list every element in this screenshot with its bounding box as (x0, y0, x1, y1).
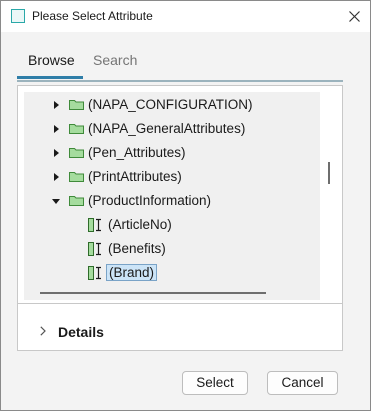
tree-item-label: (NAPA_CONFIGURATION) (88, 97, 253, 112)
expand-arrow-icon[interactable] (54, 173, 59, 181)
tree-item-label: (Pen_Attributes) (88, 145, 186, 160)
vertical-scrollbar[interactable] (320, 92, 338, 286)
select-button[interactable]: Select (182, 371, 248, 395)
horizontal-scroll-thumb[interactable] (40, 292, 266, 294)
tree-item-napa-generalattributes[interactable]: (NAPA_GeneralAttributes) (24, 118, 320, 140)
attribute-icon (88, 218, 101, 232)
attribute-icon (88, 242, 101, 256)
attribute-icon (88, 266, 101, 280)
attribute-tree: (NAPA_CONFIGURATION) (NAPA_GeneralAttrib… (24, 92, 320, 286)
tree-item-brand[interactable]: (Brand) (24, 262, 320, 284)
tree-item-printattributes[interactable]: (PrintAttributes) (24, 166, 320, 188)
tree-item-label: (ProductInformation) (88, 193, 212, 208)
horizontal-scrollbar[interactable] (24, 286, 320, 300)
tree-item-label: (ArticleNo) (108, 217, 172, 232)
close-button[interactable] (341, 4, 367, 28)
app-icon (11, 9, 25, 23)
details-label: Details (58, 324, 104, 340)
attribute-tree-panel: (NAPA_CONFIGURATION) (NAPA_GeneralAttrib… (17, 85, 343, 304)
title-bar: Please Select Attribute (1, 1, 370, 32)
tree-item-label: (PrintAttributes) (88, 169, 182, 184)
chevron-right-icon (40, 326, 46, 336)
expand-arrow-icon[interactable] (54, 125, 59, 133)
tree-item-productinformation[interactable]: (ProductInformation) (24, 190, 320, 212)
folder-open-icon (69, 196, 84, 206)
tree-item-label-selected: (Brand) (106, 264, 158, 281)
close-icon (349, 11, 360, 22)
tab-browse[interactable]: Browse (28, 52, 75, 68)
tab-search[interactable]: Search (93, 52, 137, 68)
tree-item-pen-attributes[interactable]: (Pen_Attributes) (24, 142, 320, 164)
expand-arrow-icon[interactable] (54, 149, 59, 157)
folder-icon (69, 124, 84, 134)
folder-icon (69, 100, 84, 110)
collapse-arrow-icon[interactable] (52, 199, 60, 204)
tree-item-label: (Benefits) (108, 241, 166, 256)
tab-bar: Browse Search (17, 45, 343, 82)
folder-icon (69, 172, 84, 182)
window-title: Please Select Attribute (32, 9, 153, 23)
tree-item-label: (NAPA_GeneralAttributes) (88, 121, 246, 136)
folder-icon (69, 148, 84, 158)
cancel-button[interactable]: Cancel (267, 371, 338, 395)
details-expander[interactable]: Details (17, 304, 343, 351)
active-tab-indicator (17, 76, 83, 79)
dialog-window: Please Select Attribute Browse Search (N… (0, 0, 371, 411)
tree-item-articleno[interactable]: (ArticleNo) (24, 214, 320, 236)
tree-item-benefits[interactable]: (Benefits) (24, 238, 320, 260)
tree-item-napa-configuration[interactable]: (NAPA_CONFIGURATION) (24, 94, 320, 116)
vertical-scroll-thumb[interactable] (328, 162, 330, 184)
expand-arrow-icon[interactable] (54, 101, 59, 109)
